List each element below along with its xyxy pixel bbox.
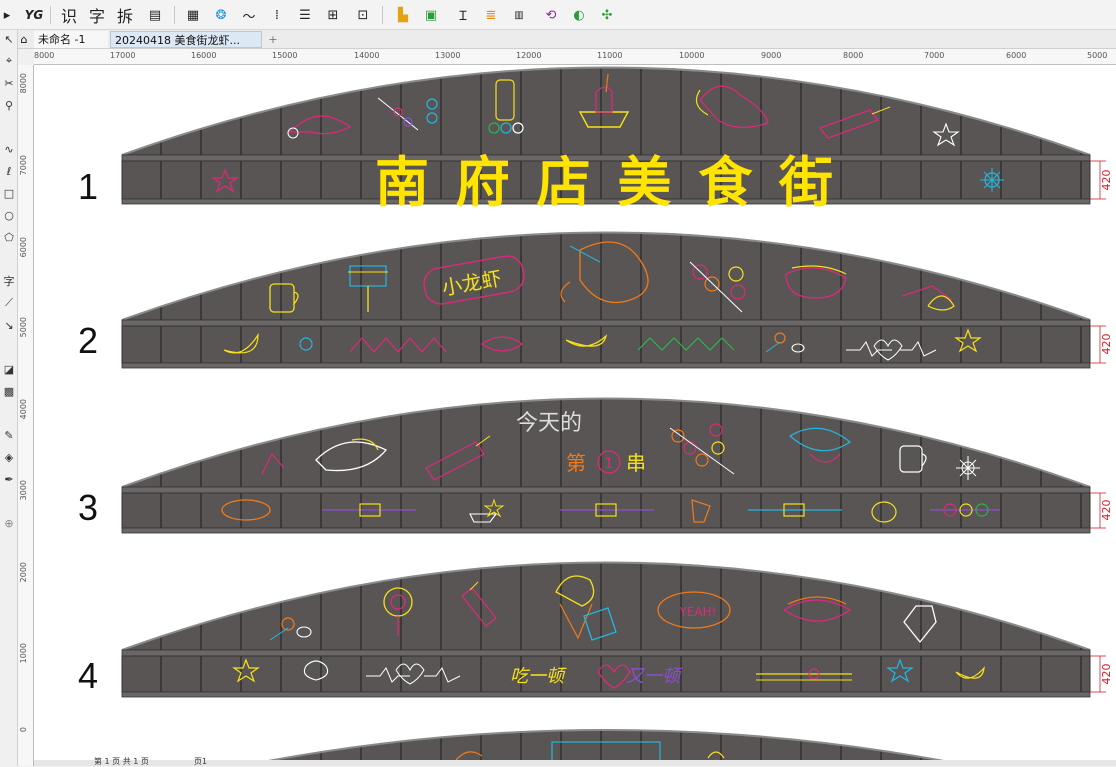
tab-untitled[interactable]: 未命名 -1 <box>34 31 108 48</box>
split-button[interactable]: 拆 <box>114 4 136 26</box>
add-tab-button[interactable]: + <box>264 31 282 48</box>
ruler-label: 6000 <box>19 237 28 258</box>
ruler-label: 16000 <box>191 51 217 60</box>
table-icon[interactable]: ▦ <box>182 4 204 26</box>
ruler-label: 14000 <box>354 51 380 60</box>
pattern-icon[interactable]: ❂ <box>210 4 232 26</box>
panel-3-number: 3 <box>78 487 98 528</box>
paint-icon[interactable]: ◐ <box>568 4 590 26</box>
ellipse-tool-icon[interactable]: ○ <box>1 206 17 224</box>
ruler-label: 3000 <box>19 480 28 501</box>
document-icon[interactable]: ▤ <box>144 4 166 26</box>
page-count: 第 1 页 共 1 页 <box>94 757 149 766</box>
document-tab-bar: ⌂ 未命名 -1 20240418 美食街龙虾... + <box>0 30 1116 49</box>
dimension-tool-icon[interactable]: ⟋ <box>1 294 17 312</box>
slogan-eat-again: 又一顿 <box>626 666 683 687</box>
ruler-label: 5000 <box>19 317 28 338</box>
artistic-media-icon[interactable]: ℓ <box>1 162 17 180</box>
tab-active-document[interactable]: 20240418 美食街龙虾... <box>110 31 262 48</box>
eyedropper-icon[interactable]: ✎ <box>1 426 17 444</box>
list-icon[interactable]: ≣ <box>480 4 502 26</box>
panel-4: YEAH! 吃一顿 又一顿 4 420 <box>78 561 1113 698</box>
outline-pen-icon[interactable]: ✒ <box>1 470 17 488</box>
drawing-canvas[interactable]: 南 府 店 美 食 街 1 420 小龙虾 2 420 今天的 第 1 串 3 … <box>34 65 1116 760</box>
node-icon[interactable]: ⁞ <box>266 4 288 26</box>
panel-1: 南 府 店 美 食 街 1 420 <box>78 66 1113 214</box>
ruler-label: 4000 <box>19 399 28 420</box>
ruler-label: 8000 <box>843 51 864 60</box>
panel-3-dimension: 420 <box>1100 500 1113 521</box>
panel-1-number: 1 <box>78 166 98 207</box>
ruler-label: 7000 <box>19 155 28 176</box>
status-bar: 第 1 页 共 1 页 页1 <box>34 757 1116 766</box>
pick-tool-icon[interactable]: ▸ <box>0 4 14 26</box>
zoom-tool-icon[interactable]: ⚲ <box>1 96 17 114</box>
panel-2-dimension: 420 <box>1100 334 1113 355</box>
pick-tool-icon[interactable]: ↖ <box>1 30 17 48</box>
ruler-label: 9000 <box>761 51 782 60</box>
character-button[interactable]: 字 <box>86 4 108 26</box>
recognize-text-button[interactable]: 识 <box>58 4 80 26</box>
canvas-drawing: 南 府 店 美 食 街 1 420 小龙虾 2 420 今天的 第 1 串 3 … <box>78 66 1113 760</box>
text-format-icon[interactable]: Ɪ <box>452 4 474 26</box>
main-toolbar: ▸ YG 识 字 拆 ▤ ▦ ❂ 〜 ⁞ ☰ ⊞ ⊡ ▙ ▣ Ɪ ≣ ▥ ⟲ ◐… <box>0 0 1116 30</box>
puzzle-icon[interactable]: ✣ <box>596 4 618 26</box>
grid-icon[interactable]: ▥ <box>508 4 530 26</box>
fill-tool-icon[interactable]: ◈ <box>1 448 17 466</box>
panel-3: 今天的 第 1 串 3 420 <box>78 397 1113 534</box>
ruler-label: 1000 <box>19 643 28 664</box>
shape-tool-icon[interactable]: ⌖ <box>1 52 17 70</box>
ruler-label: 2000 <box>19 562 28 583</box>
panel-1-dimension: 420 <box>1100 170 1113 191</box>
skewer-text-suffix: 串 <box>626 451 646 475</box>
panel-5-partial <box>268 729 944 760</box>
skewer-text-prefix: 第 <box>566 451 586 475</box>
panel-2-number: 2 <box>78 320 98 361</box>
ruler-label: 10000 <box>679 51 705 60</box>
ruler-label: 15000 <box>272 51 298 60</box>
yg-plugin-button[interactable]: YG <box>22 4 46 26</box>
add-tool-icon[interactable]: ⊕ <box>1 514 17 532</box>
page-tab[interactable]: 页1 <box>194 756 207 767</box>
panel-4-number: 4 <box>78 655 98 696</box>
panel-2: 小龙虾 2 420 <box>78 231 1113 369</box>
image-icon[interactable]: ▣ <box>420 4 442 26</box>
ruler-label: 12000 <box>516 51 542 60</box>
select-area-icon[interactable]: ⊡ <box>352 4 374 26</box>
effect-icon[interactable]: ⟲ <box>540 4 562 26</box>
horizontal-ruler: 8000 17000 16000 15000 14000 13000 12000… <box>34 49 1116 65</box>
toolbox: ↖ ⌖ ✂ ⚲ ∿ ℓ □ ○ ⬠ 字 ⟋ ↘ ◪ ▩ ✎ ◈ ✒ ⊕ <box>0 30 18 766</box>
crop-tool-icon[interactable]: ✂ <box>1 74 17 92</box>
ruler-label: 8000 <box>34 51 55 60</box>
skewer-count: 1 <box>605 456 614 472</box>
color-box-icon[interactable]: ▙ <box>392 4 414 26</box>
rectangle-tool-icon[interactable]: □ <box>1 184 17 202</box>
polygon-tool-icon[interactable]: ⬠ <box>1 228 17 246</box>
vertical-ruler: 8000 7000 6000 5000 4000 3000 2000 1000 … <box>18 65 34 766</box>
slogan-eat-once: 吃一顿 <box>510 666 567 687</box>
panel-1-title: 南 府 店 美 食 街 <box>375 150 837 214</box>
panel-4-dimension: 420 <box>1100 664 1113 685</box>
curve-icon[interactable]: 〜 <box>238 4 260 26</box>
yeah-bubble-text: YEAH! <box>679 605 717 619</box>
ruler-label: 17000 <box>110 51 136 60</box>
ruler-label: 11000 <box>597 51 623 60</box>
today-text: 今天的 <box>516 411 582 436</box>
freehand-tool-icon[interactable]: ∿ <box>1 140 17 158</box>
distribute-icon[interactable]: ☰ <box>294 4 316 26</box>
ruler-label: 0 <box>19 727 28 733</box>
ruler-label: 6000 <box>1006 51 1027 60</box>
ruler-label: 7000 <box>924 51 945 60</box>
drop-shadow-icon[interactable]: ◪ <box>1 360 17 378</box>
home-icon[interactable]: ⌂ <box>16 31 32 48</box>
ruler-label: 8000 <box>19 73 28 94</box>
align-icon[interactable]: ⊞ <box>322 4 344 26</box>
ruler-label: 13000 <box>435 51 461 60</box>
text-tool-icon[interactable]: 字 <box>1 272 17 290</box>
ruler-label: 5000 <box>1087 51 1108 60</box>
transparency-icon[interactable]: ▩ <box>1 382 17 400</box>
connector-tool-icon[interactable]: ↘ <box>1 316 17 334</box>
